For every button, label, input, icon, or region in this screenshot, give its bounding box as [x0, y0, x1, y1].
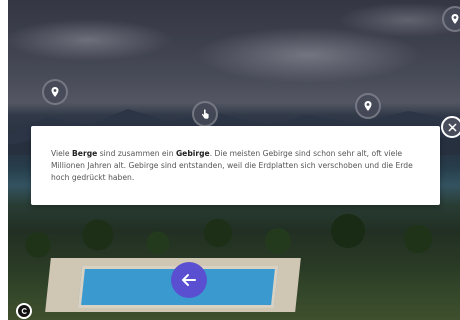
info-text-bold: Berge	[72, 149, 98, 158]
location-pin-icon	[364, 101, 372, 111]
hotspot-right[interactable]	[355, 93, 381, 119]
hand-pointer-icon	[201, 109, 209, 119]
info-text-segment: sind zusammen ein	[97, 149, 176, 158]
info-text: Viele Berge sind zusammen ein Gebirge. D…	[51, 148, 418, 184]
close-icon	[448, 123, 456, 131]
tree-line	[8, 205, 460, 265]
hotspot-left[interactable]	[42, 79, 68, 105]
location-pin-icon	[51, 87, 59, 97]
c-logo-icon[interactable]	[16, 303, 32, 319]
info-text-bold: Gebirge	[175, 149, 210, 158]
hotspot-center[interactable]	[192, 101, 218, 127]
info-card: Viele Berge sind zusammen ein Gebirge. D…	[31, 126, 440, 205]
close-button[interactable]	[441, 116, 460, 138]
back-button[interactable]	[171, 262, 207, 298]
info-text-segment: Viele	[51, 149, 73, 158]
arrow-left-icon	[182, 274, 196, 286]
location-pin-icon	[451, 14, 459, 24]
